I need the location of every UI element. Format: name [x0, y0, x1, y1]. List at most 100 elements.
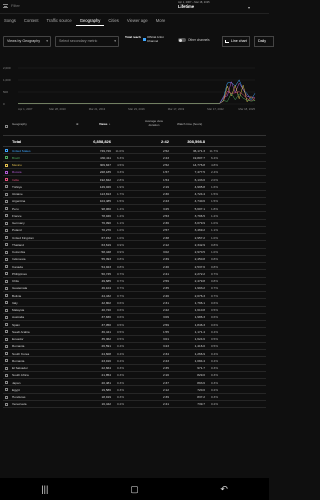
geography-cell[interactable]: Ukraine — [12, 192, 23, 196]
geography-cell[interactable]: Chile — [12, 279, 19, 283]
row-checkbox[interactable] — [5, 250, 8, 254]
table-row[interactable]: Poland 70,276 1.0% 2:57 3,469.2 1.1% — [3, 227, 266, 234]
table-row[interactable]: Italy 42,802 0.6% 2:31 1,796.1 0.6% — [3, 299, 266, 307]
geography-cell[interactable]: Australia — [12, 315, 24, 319]
row-checkbox[interactable] — [5, 163, 8, 167]
row-checkbox[interactable] — [5, 185, 8, 189]
row-checkbox[interactable] — [5, 170, 8, 174]
geography-cell[interactable]: Egypt — [12, 388, 20, 392]
geography-cell[interactable]: Thailand — [12, 243, 24, 247]
geography-cell[interactable]: Türkiye — [12, 185, 22, 189]
geography-cell[interactable]: Bolivia — [12, 294, 21, 298]
table-row[interactable]: Thailand 63,619 0.9% 2:12 2,342.9 0.8% — [3, 241, 266, 249]
geography-cell[interactable]: El Salvador — [12, 366, 28, 370]
geography-cell[interactable]: United States — [12, 149, 31, 153]
row-checkbox[interactable] — [5, 257, 8, 261]
row-checkbox[interactable] — [5, 352, 8, 355]
table-row[interactable]: South Korea 24,608 0.4% 2:34 1,266.9 0.4% — [3, 350, 266, 358]
row-checkbox[interactable] — [5, 156, 8, 160]
table-row[interactable]: Peru 98,060 1.4% 3:25 5,607.1 1.8% — [3, 205, 266, 213]
other-channels-toggle[interactable]: Other channels — [178, 38, 210, 42]
table-row[interactable]: Canada 54,923 0.8% 2:46 2,537.6 0.8% — [3, 263, 266, 271]
row-checkbox[interactable] — [5, 221, 8, 225]
geography-cell[interactable]: Philippines — [12, 272, 27, 276]
geography-cell[interactable]: France — [12, 214, 22, 218]
geography-cell[interactable]: Romania — [12, 359, 24, 363]
row-checkbox[interactable] — [5, 178, 8, 181]
tab-songs[interactable]: Songs — [0, 15, 20, 26]
secondary-metric-select[interactable]: Select secondary metric ▾ — [55, 36, 119, 47]
daily-button[interactable]: Daily — [254, 36, 274, 47]
row-checkbox[interactable] — [5, 381, 8, 384]
tab-geography[interactable]: Geography — [75, 15, 105, 26]
row-checkbox[interactable] — [5, 236, 8, 239]
row-checkbox[interactable] — [5, 315, 8, 319]
table-row[interactable]: Romania 23,916 0.4% 2:43 1,084.4 0.4% — [3, 357, 266, 365]
table-row[interactable]: Philippines 50,745 0.7% 2:41 2,272.2 0.7% — [3, 270, 266, 278]
geography-cell[interactable]: Canada — [12, 265, 23, 269]
row-checkbox[interactable] — [5, 402, 8, 406]
geography-cell[interactable]: Malaysia — [12, 308, 24, 312]
row-checkbox[interactable] — [5, 344, 8, 348]
table-row[interactable]: Russia 228,185 3.3% 1:57 7,477.5 2.4% — [3, 169, 266, 176]
row-checkbox[interactable] — [5, 308, 8, 312]
row-checkbox[interactable] — [5, 359, 8, 363]
row-checkbox[interactable] — [5, 228, 8, 232]
tab-cities[interactable]: Cities — [104, 15, 122, 26]
table-row[interactable]: United States 749,726 11.0% 2:52 36,171.3 11.… — [3, 147, 266, 155]
row-checkbox[interactable] — [5, 149, 8, 152]
geography-cell[interactable]: India — [12, 178, 19, 182]
geography-cell[interactable]: Guatemala — [12, 286, 27, 290]
geography-cell[interactable]: Colombia — [12, 250, 25, 254]
row-checkbox[interactable] — [5, 337, 8, 341]
geography-cell[interactable]: Spain — [12, 323, 20, 327]
table-row[interactable]: Malaysia 40,720 0.6% 2:22 1,610.8 0.5% — [3, 307, 266, 314]
table-row[interactable]: Romania 26,591 0.4% 3:23 1,416.0 0.5% — [3, 343, 266, 350]
row-checkbox[interactable] — [5, 373, 8, 377]
table-row[interactable]: Honduras 18,919 0.3% 2:39 837.2 0.3% — [3, 394, 266, 401]
geography-cell[interactable]: Brazil — [12, 156, 20, 160]
geography-cell[interactable]: Peru — [12, 207, 19, 211]
table-row[interactable]: Mexico 309,847 4.5% 2:52 14,776.8 4.8% — [3, 162, 266, 169]
table-row[interactable]: Australia 37,836 0.6% 3:09 1,986.3 0.6% — [3, 314, 266, 321]
geography-cell[interactable]: Saudi Arabia — [12, 330, 30, 334]
row-checkbox[interactable] — [5, 286, 8, 290]
row-checkbox[interactable] — [5, 301, 8, 305]
table-row[interactable]: Argentina 104,485 1.5% 2:43 4,740.6 1.5% — [3, 198, 266, 205]
table-row[interactable]: South Africa 21,854 0.3% 2:16 829.0 0.3% — [3, 372, 266, 379]
geography-cell[interactable]: Honduras — [12, 395, 25, 399]
tab-traffic-source[interactable]: Traffic source — [43, 15, 76, 26]
primary-metric-select[interactable]: Views by Geography ▾ — [3, 36, 51, 47]
chip-official[interactable]: Official Artist Channel — [143, 35, 175, 43]
geography-cell[interactable]: Russia — [12, 170, 21, 174]
header-avd[interactable]: Average view duration — [141, 119, 167, 127]
geography-cell[interactable]: Argentina — [12, 199, 25, 203]
table-row[interactable]: El Salvador 22,664 0.3% 2:35 971.7 0.3% — [3, 365, 266, 372]
row-checkbox[interactable] — [5, 199, 8, 203]
table-row[interactable]: Brazil 430,411 6.3% 2:43 19,807.7 6.4% — [3, 154, 266, 162]
geography-cell[interactable]: Mexico — [12, 163, 22, 167]
select-all-checkbox[interactable] — [5, 125, 8, 128]
recent-apps-icon[interactable]: ||| — [35, 484, 55, 494]
geography-cell[interactable]: Poland — [12, 228, 22, 232]
row-checkbox[interactable] — [5, 323, 8, 326]
geography-cell[interactable]: Venezuela — [12, 402, 26, 406]
tab-content[interactable]: Content — [20, 15, 43, 26]
table-row[interactable]: Saudi Arabia 36,441 0.5% 1:55 1,171.4 0.4% — [3, 328, 266, 336]
table-row[interactable]: Spain 37,050 0.5% 2:59 1,846.3 0.6% — [3, 321, 266, 329]
geography-cell[interactable]: Indonesia — [12, 257, 25, 261]
table-row[interactable]: Japan 20,481 0.3% 2:37 893.6 0.3% — [3, 379, 266, 387]
compare-icon[interactable]: ⊕ — [76, 122, 79, 126]
row-checkbox[interactable] — [5, 192, 8, 196]
home-icon[interactable]: ▢ — [124, 484, 144, 494]
geography-cell[interactable]: Ecuador — [12, 337, 24, 341]
geography-cell[interactable]: United Kingdom — [12, 236, 34, 240]
table-row[interactable]: India 192,842 2.8% 1:54 6,133.0 2.0% — [3, 176, 266, 184]
geography-cell[interactable]: Italy — [12, 301, 18, 305]
table-row[interactable]: Indonesia 55,393 0.8% 2:39 2,450.8 0.8% — [3, 256, 266, 263]
row-checkbox[interactable] — [5, 207, 8, 210]
row-checkbox[interactable] — [5, 279, 8, 283]
header-views[interactable]: Views — [99, 122, 107, 126]
table-row[interactable]: Chile 49,685 0.7% 2:59 2,479.8 0.8% — [3, 278, 266, 285]
table-row[interactable]: Germany 76,090 1.1% 2:36 3,079.9 1.0% — [3, 220, 266, 227]
